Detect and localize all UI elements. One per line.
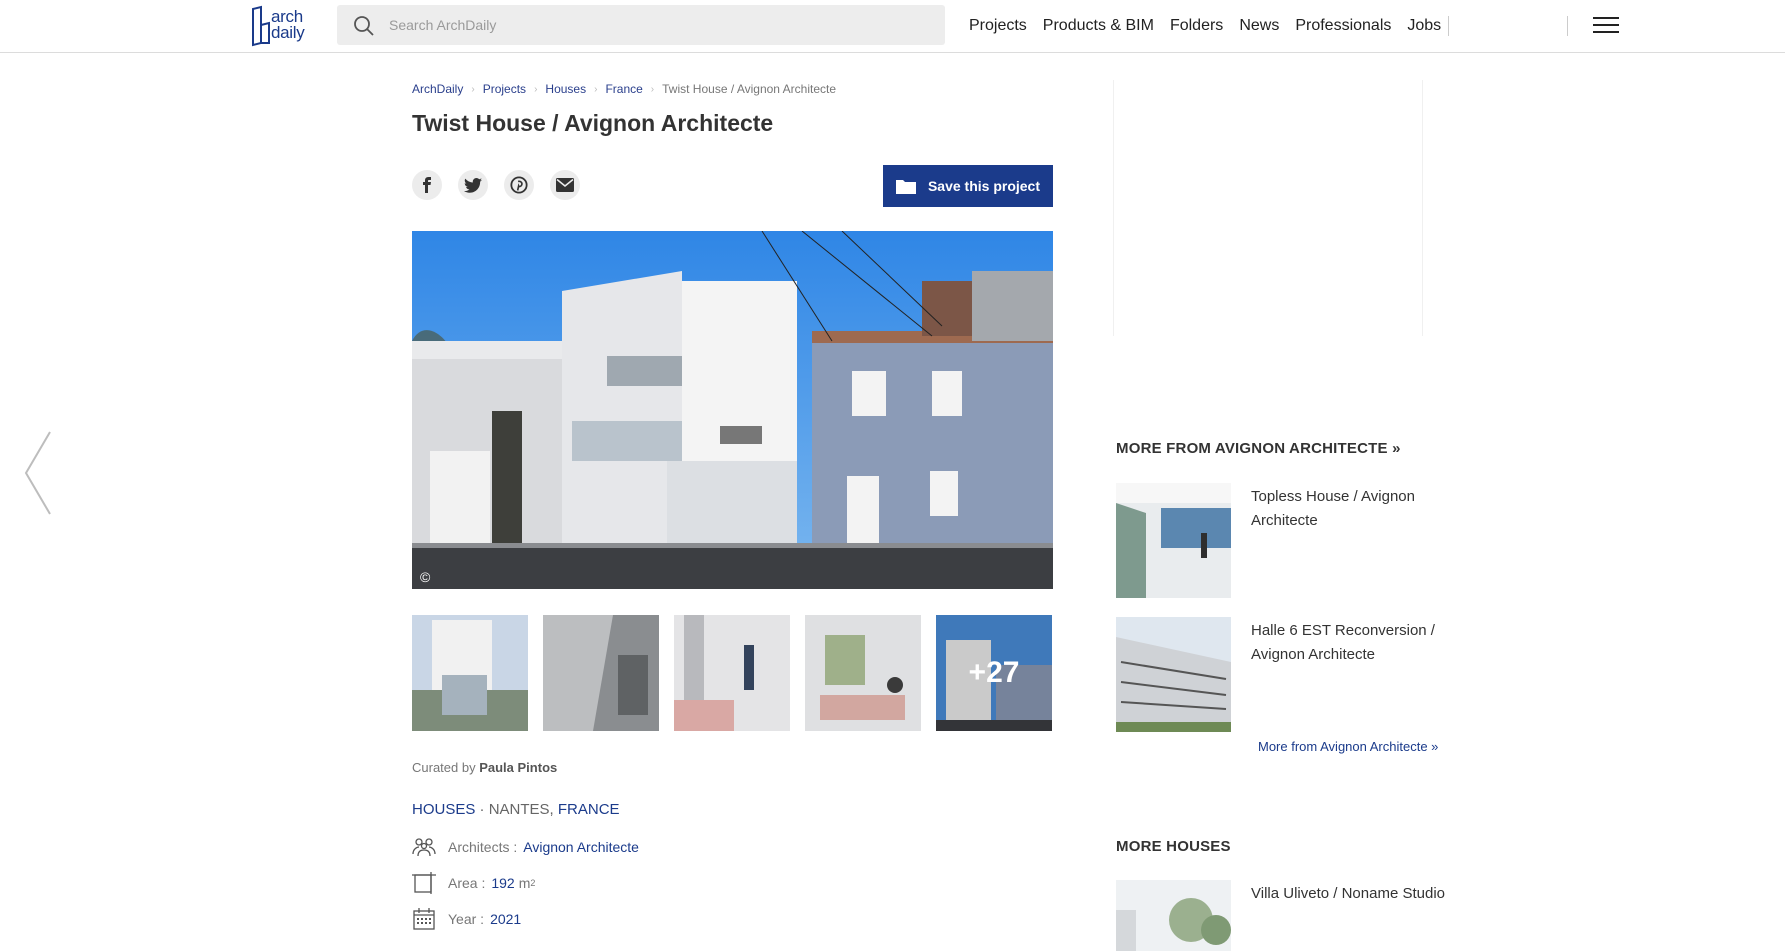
thumbnail[interactable] bbox=[674, 615, 790, 731]
thumbnail-image bbox=[674, 615, 790, 731]
nav-products-bim[interactable]: Products & BIM bbox=[1043, 17, 1154, 35]
curated-by: Curated by Paula Pintos bbox=[412, 760, 557, 775]
architects-label: Architects : bbox=[448, 839, 518, 855]
more-photos-count: +27 bbox=[936, 615, 1052, 731]
nav-folders[interactable]: Folders bbox=[1170, 17, 1223, 35]
area-label: Area : bbox=[448, 875, 486, 891]
breadcrumb: ArchDaily › Projects › Houses › France ›… bbox=[412, 82, 836, 96]
category-separator: · bbox=[475, 801, 489, 818]
folder-icon bbox=[895, 180, 916, 194]
archdaily-logo[interactable]: arch daily bbox=[247, 5, 313, 47]
share-buttons bbox=[412, 170, 596, 200]
thumbnail-more[interactable]: +27 bbox=[936, 615, 1052, 731]
calendar-icon bbox=[413, 908, 435, 930]
side-project-image bbox=[1116, 617, 1231, 732]
thumbnail-image bbox=[543, 615, 659, 731]
email-share-button[interactable] bbox=[550, 170, 580, 200]
twitter-icon bbox=[464, 177, 482, 193]
more-houses-title[interactable]: MORE HOUSES bbox=[1116, 838, 1231, 855]
nav-divider bbox=[1448, 16, 1449, 36]
project-category: HOUSES · NANTES, FRANCE bbox=[412, 801, 620, 818]
side-house-image bbox=[1116, 880, 1231, 951]
area-value[interactable]: 192 bbox=[491, 875, 514, 891]
more-from-title[interactable]: MORE FROM AVIGNON ARCHITECTE » bbox=[1116, 440, 1401, 457]
side-house-item[interactable]: Villa Uliveto / Noname Studio bbox=[1116, 880, 1451, 951]
side-project-image bbox=[1116, 483, 1231, 598]
save-project-label: Save this project bbox=[927, 178, 1041, 194]
side-house-title[interactable]: Villa Uliveto / Noname Studio bbox=[1251, 882, 1451, 951]
curated-prefix: Curated by bbox=[412, 760, 476, 775]
area-unit: m bbox=[518, 875, 531, 891]
breadcrumb-archdaily[interactable]: ArchDaily bbox=[412, 82, 463, 96]
side-project-thumbnail[interactable] bbox=[1116, 617, 1231, 732]
previous-project-arrow-icon[interactable] bbox=[22, 430, 54, 516]
area-unit-exponent: 2 bbox=[530, 878, 536, 888]
side-project-title[interactable]: Halle 6 EST Reconversion / Avignon Archi… bbox=[1251, 619, 1451, 732]
breadcrumb-france[interactable]: France bbox=[605, 82, 642, 96]
nav-jobs[interactable]: Jobs bbox=[1407, 17, 1441, 35]
nav-news[interactable]: News bbox=[1239, 17, 1279, 35]
side-project-thumbnail[interactable] bbox=[1116, 483, 1231, 598]
save-project-button[interactable]: Save this project bbox=[883, 165, 1053, 207]
pinterest-share-button[interactable] bbox=[504, 170, 534, 200]
ad-placeholder bbox=[1113, 80, 1423, 336]
page-title: Twist House / Avignon Architecte bbox=[412, 110, 774, 136]
breadcrumb-separator: › bbox=[471, 83, 475, 95]
breadcrumb-projects[interactable]: Projects bbox=[483, 82, 526, 96]
breadcrumb-current: Twist House / Avignon Architecte bbox=[662, 82, 837, 96]
breadcrumb-houses[interactable]: Houses bbox=[545, 82, 586, 96]
search-icon[interactable] bbox=[353, 15, 375, 37]
category-city: NANTES, bbox=[488, 801, 558, 818]
search-input[interactable] bbox=[389, 5, 929, 45]
thumbnail-image bbox=[412, 615, 528, 731]
logo-wordmark: arch daily bbox=[271, 8, 305, 42]
curator-name: Paula Pintos bbox=[479, 760, 558, 775]
photo-thumbnails: +27 bbox=[412, 615, 1052, 731]
spec-area: Area : 192 m2 bbox=[412, 872, 535, 894]
area-icon bbox=[412, 872, 436, 894]
side-project-title[interactable]: Topless House / Avignon Architecte bbox=[1251, 485, 1451, 598]
breadcrumb-separator: › bbox=[594, 83, 598, 95]
breadcrumb-separator: › bbox=[650, 83, 655, 95]
nav-professionals[interactable]: Professionals bbox=[1295, 17, 1391, 35]
thumbnail[interactable] bbox=[805, 615, 921, 731]
facebook-icon bbox=[423, 177, 431, 193]
more-from-link[interactable]: More from Avignon Architecte » bbox=[1258, 739, 1438, 754]
email-icon bbox=[556, 178, 574, 192]
hamburger-menu-icon[interactable] bbox=[1593, 15, 1619, 35]
category-houses-link[interactable]: HOUSES bbox=[412, 801, 475, 818]
architects-link[interactable]: Avignon Architecte bbox=[523, 839, 639, 855]
nav-divider bbox=[1567, 16, 1568, 36]
spec-architects: Architects : Avignon Architecte bbox=[412, 836, 639, 858]
people-icon bbox=[412, 838, 436, 857]
breadcrumb-separator: › bbox=[534, 83, 538, 95]
side-project-item[interactable]: Halle 6 EST Reconversion / Avignon Archi… bbox=[1116, 617, 1451, 732]
main-project-photo[interactable]: © bbox=[412, 231, 1053, 589]
year-value[interactable]: 2021 bbox=[490, 911, 521, 927]
search-bar[interactable] bbox=[337, 5, 945, 45]
thumbnail-image bbox=[805, 615, 921, 731]
thumbnail[interactable] bbox=[543, 615, 659, 731]
year-label: Year : bbox=[448, 911, 485, 927]
site-header: arch daily Projects Products & BIM Folde… bbox=[0, 0, 1785, 53]
thumbnail[interactable] bbox=[412, 615, 528, 731]
twitter-share-button[interactable] bbox=[458, 170, 488, 200]
facebook-share-button[interactable] bbox=[412, 170, 442, 200]
side-house-thumbnail[interactable] bbox=[1116, 880, 1231, 951]
copyright-icon[interactable]: © bbox=[420, 569, 430, 585]
pinterest-icon bbox=[510, 176, 528, 194]
main-nav: Projects Products & BIM Folders News Pro… bbox=[969, 0, 1457, 52]
category-france-link[interactable]: FRANCE bbox=[558, 801, 620, 818]
house-facade-image bbox=[412, 231, 1053, 589]
side-project-item[interactable]: Topless House / Avignon Architecte bbox=[1116, 483, 1451, 598]
logo-line-2: daily bbox=[271, 23, 305, 42]
spec-year: Year : 2021 bbox=[412, 908, 521, 930]
nav-projects[interactable]: Projects bbox=[969, 17, 1027, 35]
